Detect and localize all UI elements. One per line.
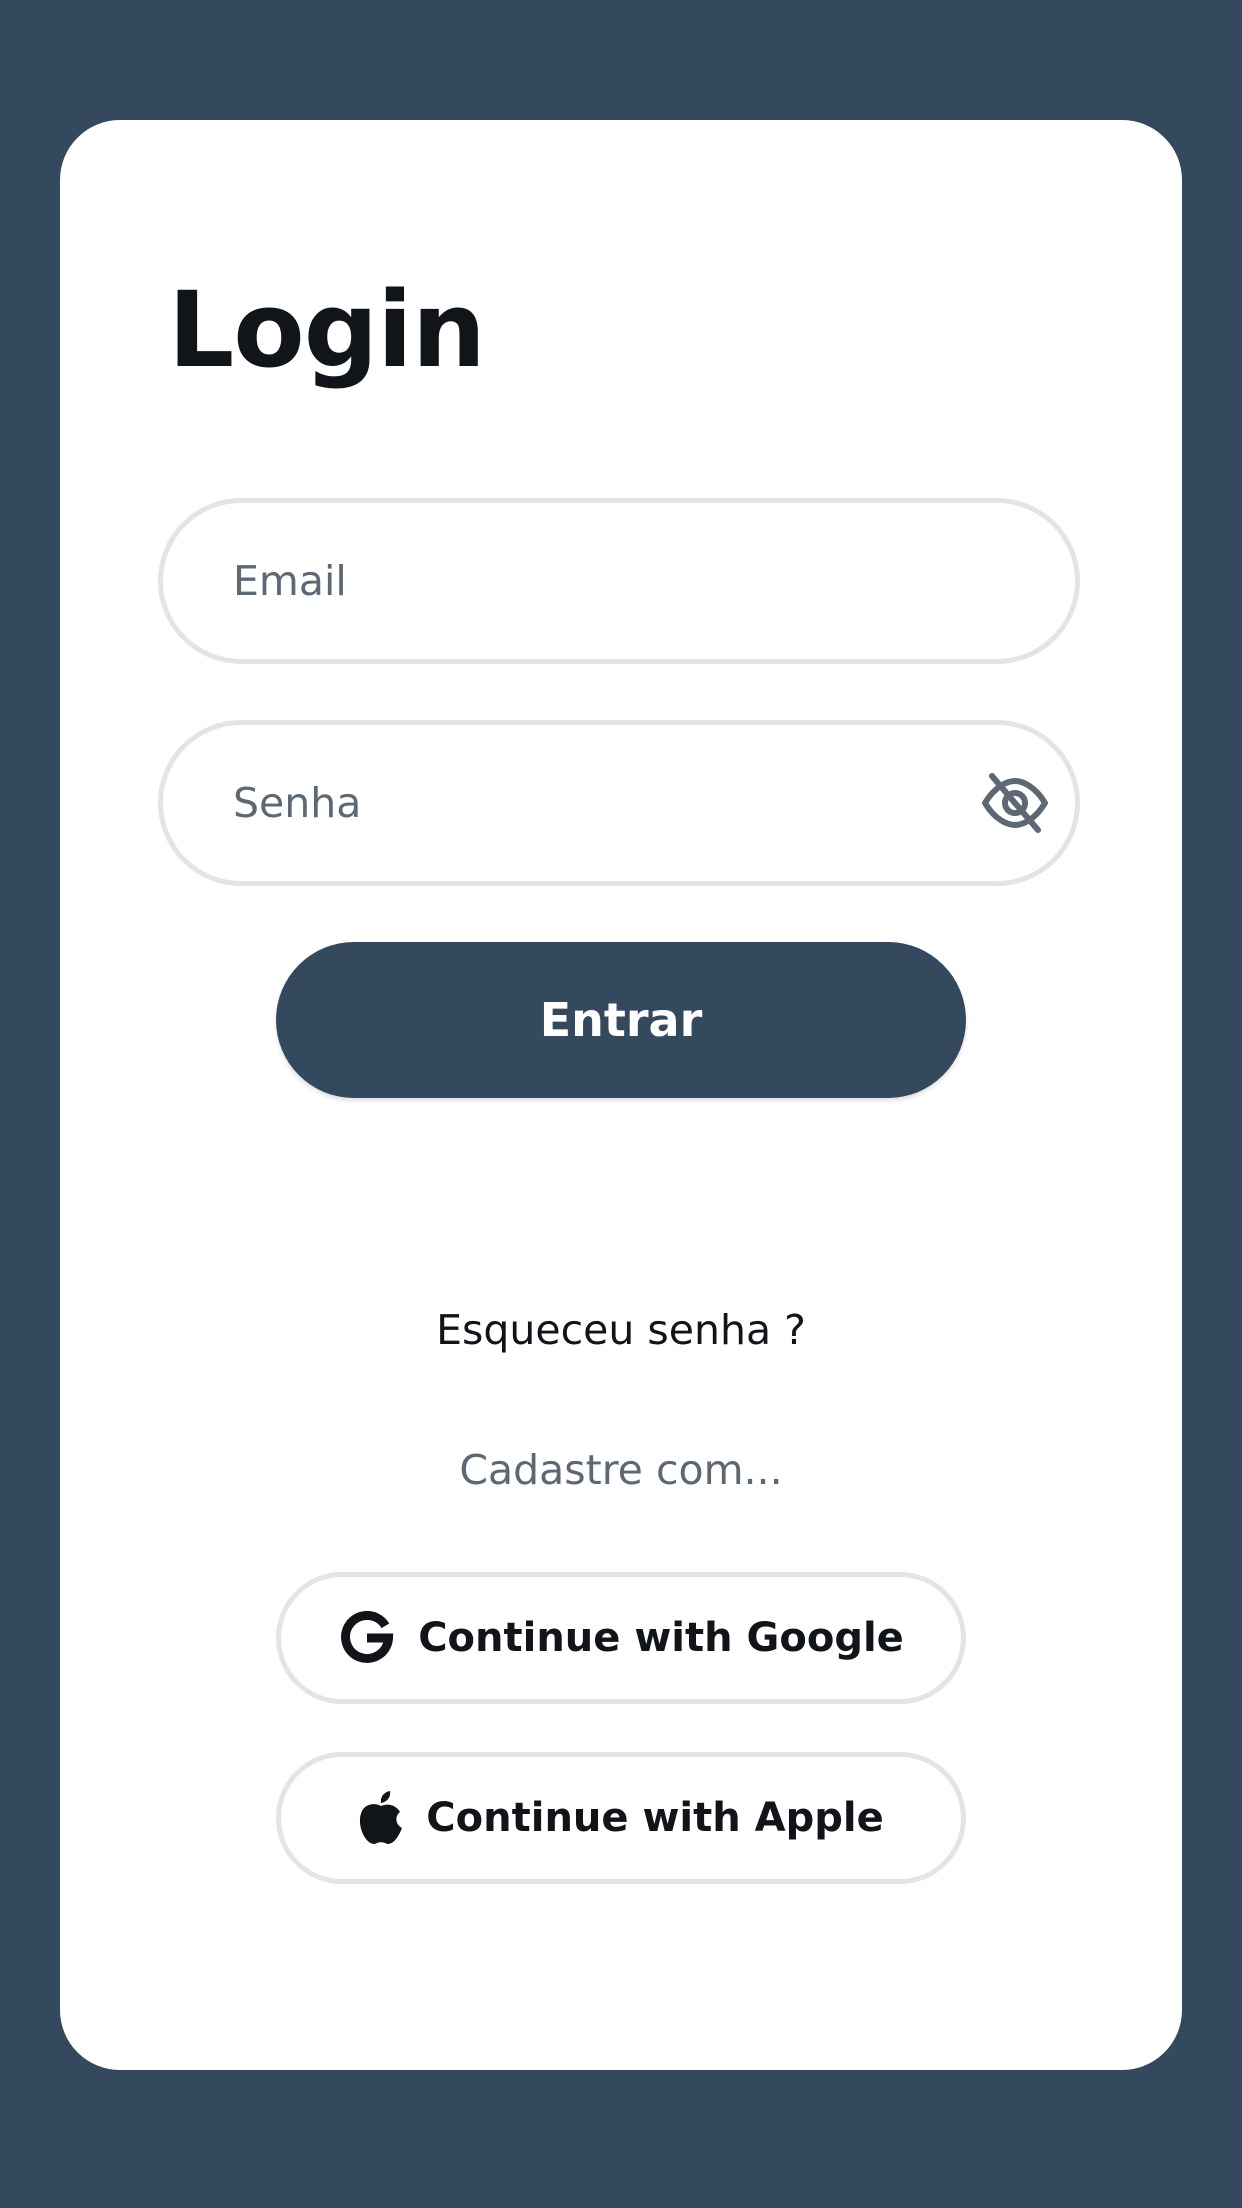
forgot-password-link[interactable]: Esqueceu senha ? [60,1306,1182,1354]
login-button[interactable]: Entrar [276,942,966,1098]
password-field[interactable] [158,720,1080,886]
apple-signin-button[interactable]: Continue with Apple [276,1752,966,1884]
google-button-label: Continue with Google [418,1615,904,1661]
password-input[interactable] [233,725,973,881]
apple-button-label: Continue with Apple [426,1795,884,1841]
login-card: Login Entrar Esqueceu senha ? Cadastre c… [60,120,1182,2070]
register-with-label: Cadastre com... [459,1446,783,1494]
page-title: Login [168,269,486,391]
google-icon [338,1609,396,1667]
google-signin-button[interactable]: Continue with Google [276,1572,966,1704]
apple-icon [358,1791,404,1845]
eye-slash-icon[interactable] [975,763,1055,843]
email-field[interactable] [158,498,1080,664]
email-input[interactable] [233,503,973,659]
